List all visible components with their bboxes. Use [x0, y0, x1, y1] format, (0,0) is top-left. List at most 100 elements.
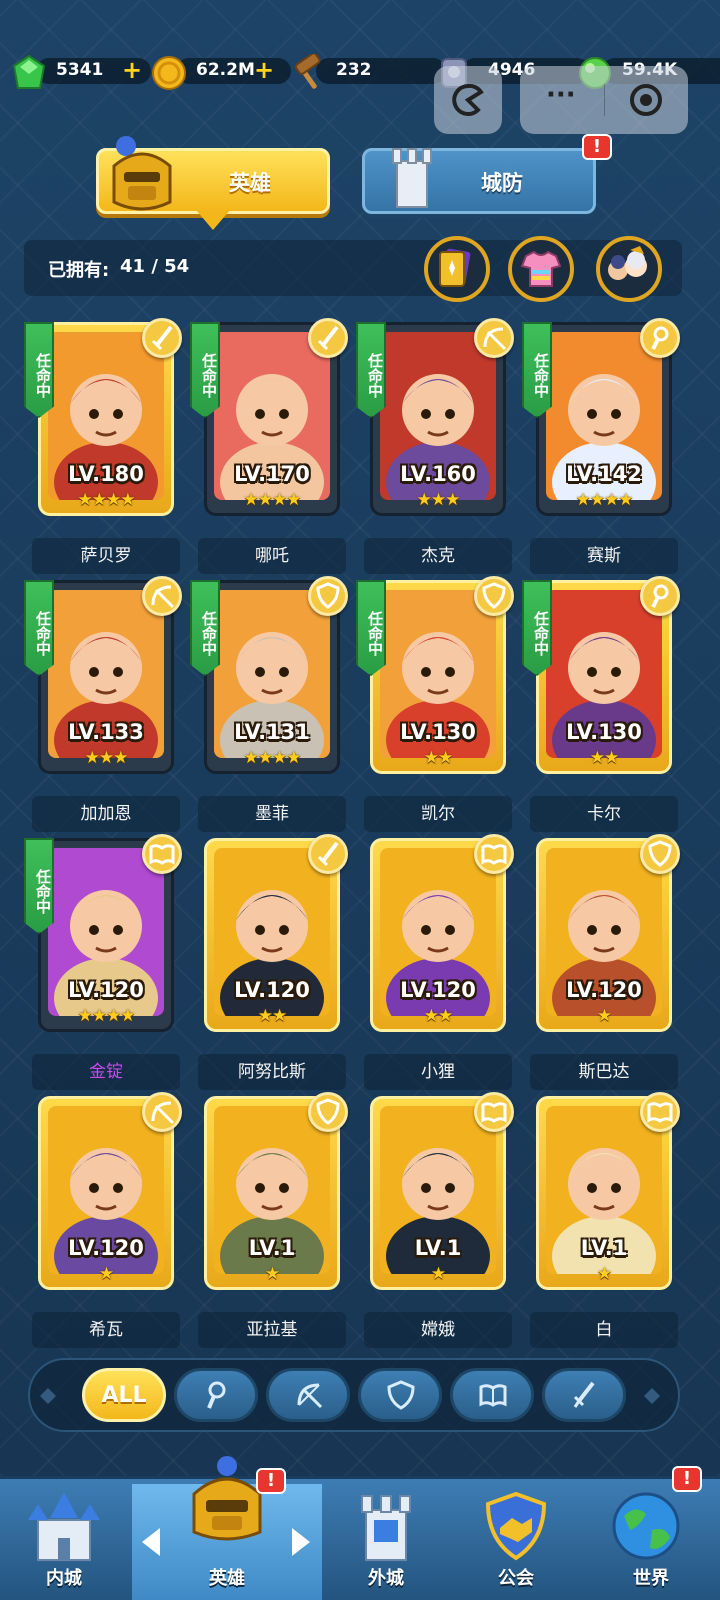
hero-card[interactable]: LV.120 ★★★★ 任命中 金锭 — [24, 834, 182, 1090]
hero-level: LV.120 — [566, 978, 642, 1002]
hero-card[interactable]: LV.120 ★ 希瓦 — [32, 1092, 182, 1348]
nav-outer-city[interactable]: 外城 — [322, 1484, 450, 1600]
defense-alert-badge: ! — [582, 134, 612, 160]
hero-name: 墨菲 — [198, 796, 346, 832]
hero-stars: ★★★★ — [575, 490, 634, 510]
book-icon — [474, 834, 514, 874]
hero-level: LV.130 — [400, 720, 476, 744]
tab-heroes-label: 英雄 — [229, 171, 271, 195]
hero-name: 白 — [530, 1312, 678, 1348]
filter-sword-button[interactable] — [542, 1368, 626, 1422]
globe-icon — [612, 1492, 680, 1560]
gem-icon — [12, 54, 46, 89]
nav-guild[interactable]: 公会 — [452, 1484, 580, 1600]
pacman-icon — [452, 83, 484, 116]
hero-stars: ★★★★ — [77, 1006, 136, 1026]
nav-inner-city[interactable]: 内城 — [0, 1484, 128, 1600]
nav-next-icon[interactable] — [292, 1528, 310, 1556]
appointed-tag: 任命中 — [522, 322, 552, 418]
nav-guild-label: 公会 — [498, 1568, 534, 1589]
gold-resource[interactable]: 62.2M + — [150, 54, 291, 90]
hero-card[interactable]: LV.120 ★ 斯巴达 — [530, 834, 680, 1090]
scroll-right-icon — [644, 1388, 660, 1404]
hero-level: LV.180 — [68, 462, 144, 486]
hero-name: 希瓦 — [32, 1312, 180, 1348]
castle-icon — [28, 1492, 100, 1561]
hero-card[interactable]: LV.1 ★ 嫦娥 — [364, 1092, 514, 1348]
hero-card[interactable]: LV.130 ★★ 任命中 卡尔 — [522, 576, 680, 832]
shield-icon — [387, 1380, 415, 1410]
guild-handshake-icon — [485, 1491, 547, 1561]
hero-card[interactable]: LV.170 ★★★★ 任命中 哪吒 — [190, 318, 348, 574]
tower-icon — [361, 1495, 411, 1561]
appointed-tag: 任命中 — [356, 580, 386, 676]
nav-world[interactable]: 世界 — [582, 1484, 720, 1600]
book-icon — [640, 1092, 680, 1132]
nav-inner-city-label: 内城 — [46, 1568, 82, 1589]
hero-card[interactable]: LV.142 ★★★★ 任命中 赛斯 — [522, 318, 680, 574]
hero-card[interactable]: LV.120 ★★ 阿努比斯 — [198, 834, 348, 1090]
hero-card[interactable]: LV.160 ★★★ 任命中 杰克 — [356, 318, 514, 574]
hammer-value: 232 — [336, 60, 372, 80]
owned-label: 已拥有: — [48, 260, 110, 281]
book-icon — [142, 834, 182, 874]
hero-group-button[interactable] — [596, 236, 662, 302]
filter-all-label: ALL — [101, 1383, 147, 1408]
hero-card[interactable]: LV.133 ★★★ 任命中 加加恩 — [24, 576, 182, 832]
hero-stars: ★ — [430, 1264, 446, 1284]
hero-name: 阿努比斯 — [198, 1054, 346, 1090]
hero-name: 金锭 — [32, 1054, 180, 1090]
staff-icon — [640, 576, 680, 616]
appointed-tag: 任命中 — [522, 580, 552, 676]
hero-card[interactable]: LV.130 ★★ 任命中 凯尔 — [356, 576, 514, 832]
hero-stars: ★ — [596, 1264, 612, 1284]
hero-level: LV.131 — [234, 720, 310, 744]
hero-name: 亚拉基 — [198, 1312, 346, 1348]
hero-level: LV.170 — [234, 462, 310, 486]
hero-level: LV.120 — [68, 978, 144, 1002]
sword-icon — [308, 834, 348, 874]
gems-resource[interactable]: 5341 + — [10, 54, 151, 89]
hero-card[interactable]: LV.120 ★★ 小狸 — [364, 834, 514, 1090]
hero-name: 小狸 — [364, 1054, 512, 1090]
staff-icon — [640, 318, 680, 358]
hero-name: 凯尔 — [364, 796, 512, 832]
gold-add-icon[interactable]: + — [254, 58, 274, 82]
hero-name: 赛斯 — [530, 538, 678, 574]
nav-heroes-alert-badge: ! — [256, 1468, 286, 1494]
hero-helmet-icon — [192, 1456, 262, 1541]
book-icon — [479, 1384, 507, 1407]
mini-program-capsule: ··· — [520, 66, 688, 134]
filter-all-button[interactable]: ALL — [82, 1368, 166, 1422]
nav-world-label: 世界 — [633, 1568, 669, 1589]
hero-name: 萨贝罗 — [32, 538, 180, 574]
hero-stars: ★★ — [589, 748, 619, 768]
hero-name: 哪吒 — [198, 538, 346, 574]
card-collection-button[interactable] — [424, 236, 490, 302]
hero-card[interactable]: LV.1 ★ 白 — [530, 1092, 680, 1348]
hero-stars: ★★ — [257, 1006, 287, 1026]
hero-card[interactable]: LV.1 ★ 亚拉基 — [198, 1092, 348, 1348]
hero-stars: ★★★★ — [243, 490, 302, 510]
bow-icon — [142, 1092, 182, 1132]
mini-game-button[interactable] — [434, 66, 502, 134]
hero-card[interactable]: LV.180 ★★★★ 任命中 萨贝罗 — [24, 318, 182, 574]
hero-level: LV.1 — [248, 1236, 296, 1260]
skins-button[interactable] — [508, 236, 574, 302]
filter-staff-button[interactable] — [174, 1368, 258, 1422]
cards-icon — [439, 248, 471, 287]
hero-card[interactable]: LV.131 ★★★★ 任命中 墨菲 — [190, 576, 348, 832]
close-target-icon[interactable] — [628, 82, 664, 118]
gems-value: 5341 — [56, 60, 104, 80]
filter-bow-button[interactable] — [266, 1368, 350, 1422]
nav-prev-icon[interactable] — [142, 1528, 160, 1556]
hero-stars: ★★★ — [416, 490, 461, 510]
hammer-icon — [294, 54, 321, 89]
gems-add-icon[interactable]: + — [122, 58, 142, 82]
more-icon[interactable]: ··· — [546, 80, 576, 110]
filter-shield-button[interactable] — [358, 1368, 442, 1422]
nav-heroes[interactable]: 英雄 — [132, 1456, 322, 1600]
filter-book-button[interactable] — [450, 1368, 534, 1422]
hammer-resource[interactable]: 232 — [290, 54, 446, 89]
tab-defense[interactable]: 城防 — [362, 148, 596, 214]
